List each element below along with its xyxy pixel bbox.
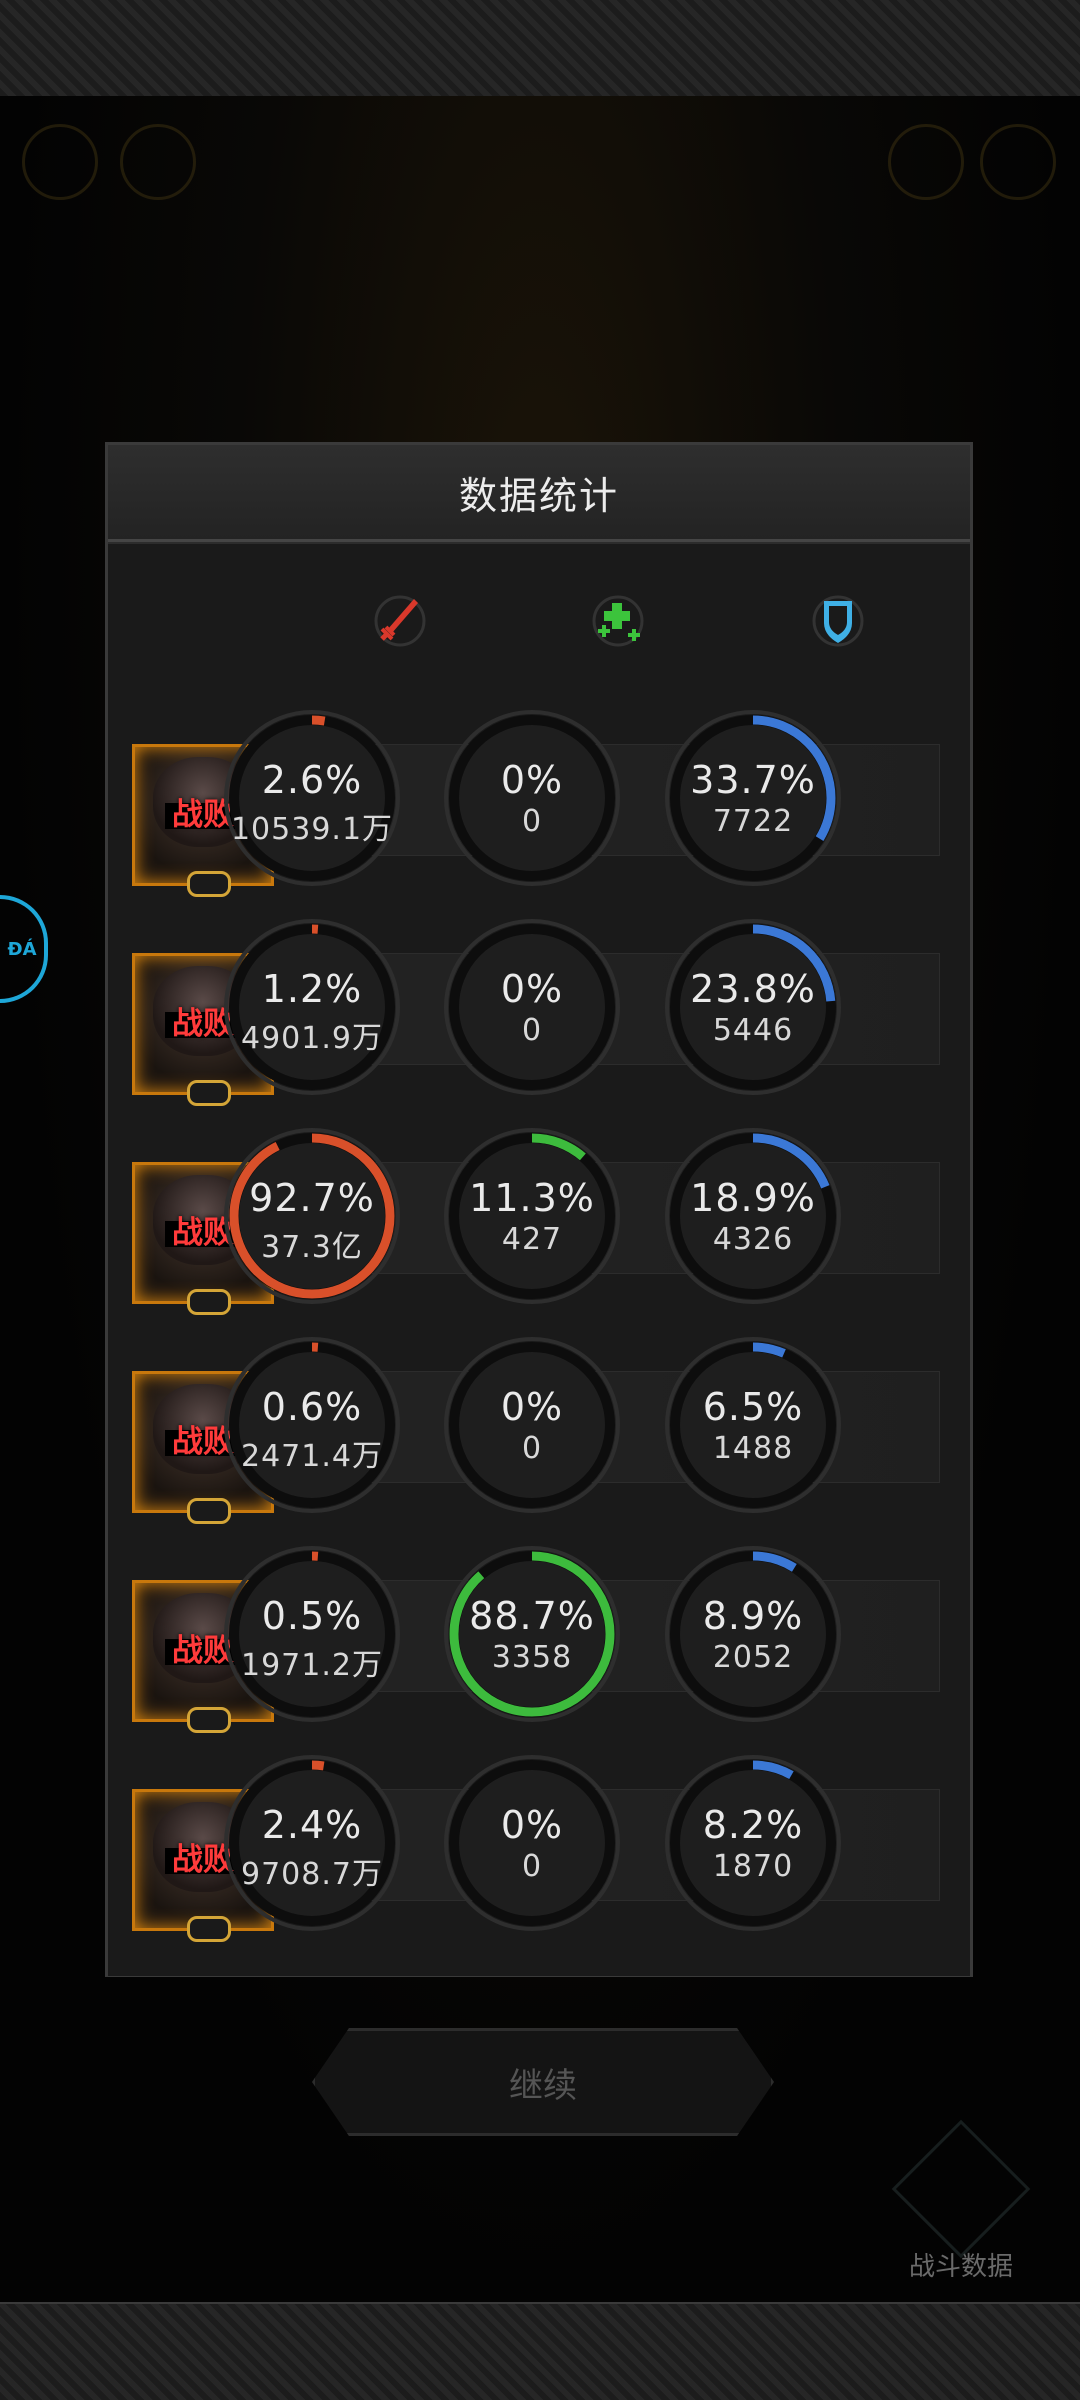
dialog-body: 战败 2.6% 10539.1万 0% 0 33.7% 7722 战败 1.2% 4901.9万 0… — [108, 542, 970, 1976]
damage-ring: 2.4% 9708.7万 — [222, 1753, 402, 1933]
continue-label: 继续 — [509, 2065, 577, 2106]
damage-value: 9708.7万 — [241, 1857, 383, 1892]
damage-ring: 0.5% 1971.2万 — [222, 1544, 402, 1724]
tank-percent: 33.7% — [690, 758, 816, 802]
tank-ring: 6.5% 1488 — [663, 1335, 843, 1515]
tank-percent: 23.8% — [690, 967, 816, 1011]
bottom-decor-band — [0, 2302, 1080, 2400]
battle-stats-button[interactable]: 战斗数据 — [891, 2119, 1031, 2282]
damage-percent: 1.2% — [261, 967, 363, 1011]
damage-ring: 0.6% 2471.4万 — [222, 1335, 402, 1515]
tank-value: 4326 — [712, 1222, 794, 1257]
sword-icon — [374, 595, 426, 647]
heal-plus-icon — [592, 595, 644, 647]
heal-ring: 11.3% 427 — [442, 1126, 622, 1306]
hero-stat-row: 战败 92.7% 37.3亿 11.3% 427 18.9% 4326 — [108, 1128, 970, 1324]
battle-stats-icon — [891, 2119, 1031, 2259]
damage-percent: 0.5% — [261, 1594, 363, 1638]
heal-value: 0 — [521, 1013, 543, 1048]
heal-value: 427 — [501, 1222, 563, 1257]
hero-stat-row: 战败 0.6% 2471.4万 0% 0 6.5% 1488 — [108, 1337, 970, 1533]
damage-value: 4901.9万 — [241, 1021, 383, 1056]
tank-value: 1488 — [712, 1431, 794, 1466]
tank-ring: 23.8% 5446 — [663, 917, 843, 1097]
damage-ring: 92.7% 37.3亿 — [222, 1126, 402, 1306]
damage-value: 37.3亿 — [261, 1230, 363, 1265]
heal-value: 3358 — [491, 1640, 573, 1675]
damage-percent: 2.6% — [261, 758, 363, 802]
damage-ring: 2.6% 10539.1万 — [222, 708, 402, 888]
dialog-title: 数据统计 — [458, 473, 619, 518]
damage-value: 10539.1万 — [230, 812, 394, 847]
hero-stat-row: 战败 2.4% 9708.7万 0% 0 8.2% 1870 — [108, 1755, 970, 1951]
heal-percent: 0% — [500, 758, 564, 802]
tank-percent: 18.9% — [690, 1176, 816, 1220]
tank-ring: 33.7% 7722 — [663, 708, 843, 888]
tank-ring: 18.9% 4326 — [663, 1126, 843, 1306]
heal-value: 0 — [521, 1431, 543, 1466]
heal-ring: 0% 0 — [442, 917, 622, 1097]
dialog-header: 数据统计 — [108, 445, 970, 542]
heal-percent: 11.3% — [469, 1176, 595, 1220]
heal-percent: 0% — [500, 1803, 564, 1847]
tank-percent: 6.5% — [702, 1385, 804, 1429]
heal-percent: 0% — [500, 967, 564, 1011]
speed-icon — [22, 124, 98, 200]
damage-percent: 2.4% — [261, 1803, 363, 1847]
hero-stat-row: 战败 0.5% 1971.2万 88.7% 3358 8.9% 2052 — [108, 1546, 970, 1742]
damage-value: 2471.4万 — [241, 1439, 383, 1474]
heal-ring: 0% 0 — [442, 1335, 622, 1515]
hero-stat-row: 战败 1.2% 4901.9万 0% 0 23.8% 5446 — [108, 919, 970, 1115]
auto-icon — [888, 124, 964, 200]
heal-ring: 0% 0 — [442, 1753, 622, 1933]
heal-percent: 0% — [500, 1385, 564, 1429]
tank-percent: 8.2% — [702, 1803, 804, 1847]
tank-value: 1870 — [712, 1849, 794, 1884]
settings-icon — [980, 124, 1056, 200]
heal-value: 0 — [521, 804, 543, 839]
hero-stat-row: 战败 2.6% 10539.1万 0% 0 33.7% 7722 — [108, 710, 970, 906]
damage-percent: 0.6% — [261, 1385, 363, 1429]
tank-percent: 8.9% — [702, 1594, 804, 1638]
damage-value: 1971.2万 — [241, 1648, 383, 1683]
heal-percent: 88.7% — [469, 1594, 595, 1638]
damage-ring: 1.2% 4901.9万 — [222, 917, 402, 1097]
heal-ring: 88.7% 3358 — [442, 1544, 622, 1724]
top-decor-band — [0, 0, 1080, 98]
tank-ring: 8.2% 1870 — [663, 1753, 843, 1933]
tank-value: 2052 — [712, 1640, 794, 1675]
pause-icon — [120, 124, 196, 200]
damage-percent: 92.7% — [249, 1176, 375, 1220]
data-stats-dialog: 数据统计 战败 2.6% 10539.1万 0% 0 33.7% 7722 战败 1.2% 490… — [105, 442, 973, 1977]
shield-icon — [812, 595, 864, 647]
tank-value: 5446 — [712, 1013, 794, 1048]
tank-value: 7722 — [712, 804, 794, 839]
heal-ring: 0% 0 — [442, 708, 622, 888]
heal-value: 0 — [521, 1849, 543, 1884]
tank-ring: 8.9% 2052 — [663, 1544, 843, 1724]
continue-button[interactable]: 继续 — [312, 2028, 774, 2136]
